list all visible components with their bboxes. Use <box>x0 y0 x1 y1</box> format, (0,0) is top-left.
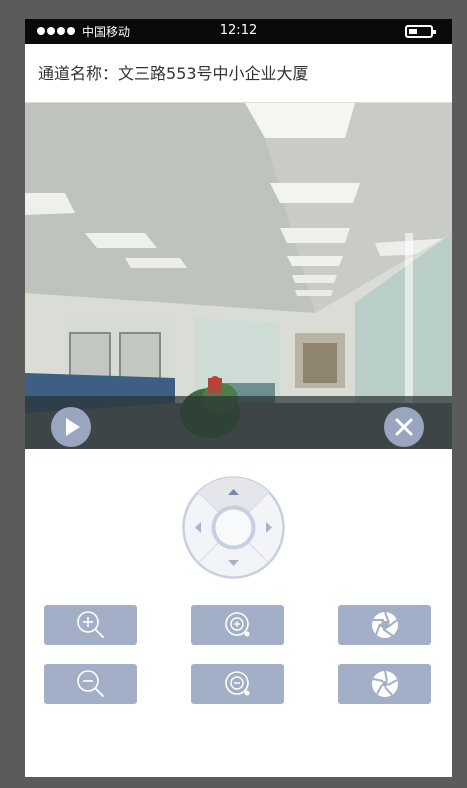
status-bar: 中国移动 12:12 <box>25 19 452 44</box>
close-icon <box>395 418 413 436</box>
focus-in-icon <box>224 612 249 637</box>
channel-label: 通道名称： <box>38 64 119 83</box>
close-button[interactable] <box>384 407 424 447</box>
focus-in-button[interactable] <box>191 605 284 645</box>
aperture-open-button[interactable] <box>338 605 431 645</box>
play-button[interactable] <box>51 407 91 447</box>
aperture-close-button[interactable] <box>338 664 431 704</box>
ptz-direction-pad <box>182 476 285 579</box>
aperture-open-icon <box>371 611 398 638</box>
focus-out-button[interactable] <box>191 664 284 704</box>
zoom-in-icon <box>76 611 104 638</box>
aperture-close-icon <box>371 670 398 697</box>
focus-out-icon <box>224 671 249 696</box>
zoom-in-button[interactable] <box>44 605 137 645</box>
video-control-bar <box>25 396 452 449</box>
phone-frame: 中国移动 12:12 通道名称：文三路553号中小企业大厦 <box>25 19 452 777</box>
play-icon <box>66 418 80 436</box>
channel-header: 通道名称：文三路553号中小企业大厦 <box>25 44 452 103</box>
channel-name: 文三路553号中小企业大厦 <box>118 64 309 83</box>
zoom-out-button[interactable] <box>44 664 137 704</box>
status-time: 12:12 <box>219 23 258 38</box>
video-feed[interactable] <box>25 103 452 449</box>
battery-icon <box>405 25 436 38</box>
zoom-out-icon <box>76 670 104 697</box>
